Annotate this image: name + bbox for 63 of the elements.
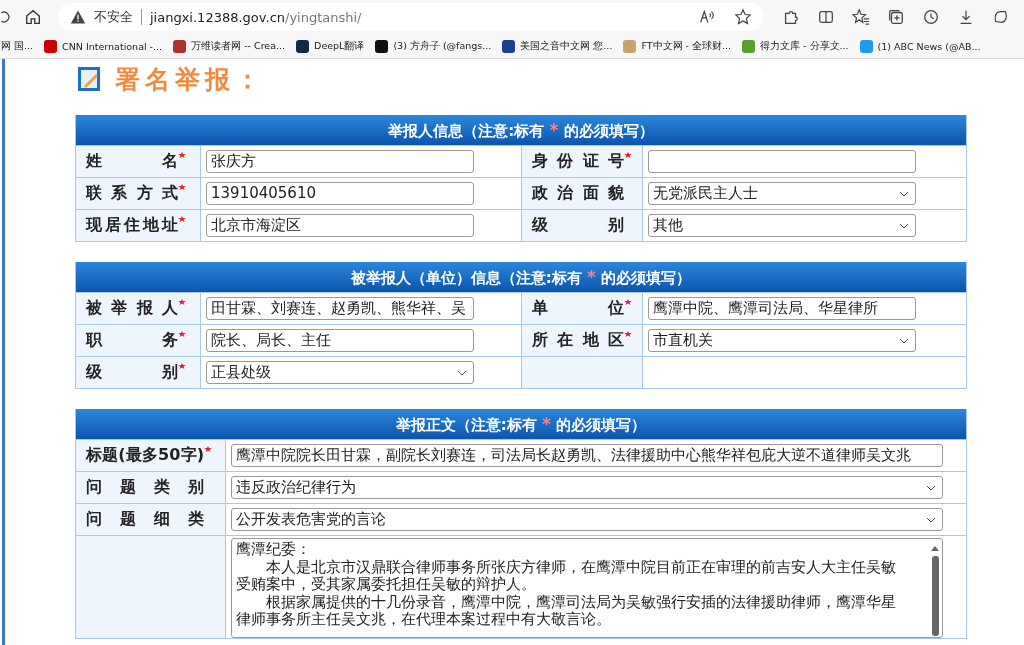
dropdown-field[interactable]: 违反政治纪律行为 (231, 476, 943, 499)
warning-icon (70, 9, 86, 25)
dropdown-field[interactable]: 正县处级 (206, 361, 474, 384)
chevron-down-icon (926, 516, 936, 523)
field-label: 级别 (532, 215, 624, 236)
dropdown-field[interactable]: 公开发表危害党的言论 (231, 508, 943, 531)
field-label: 标题(最多50字) (86, 445, 204, 466)
section-header: 举报正文（注意:标有 * 的必须填写） (76, 409, 966, 439)
text-field[interactable]: 13910405610 (206, 182, 474, 205)
text-field[interactable]: 院长、局长、主任 (206, 329, 474, 352)
report-paragraph: 本人是北京市汉鼎联合律师事务所张庆方律师，在鹰潭中院目前正在审理的前吉安人大主任吴敏受贿案中，受其家属委托担任吴敏的辩护人。 (236, 558, 896, 594)
field-label: 现居住地址 (86, 215, 178, 236)
puzzle-icon[interactable] (782, 8, 800, 26)
chevron-down-icon (899, 222, 909, 229)
address-bar[interactable]: 不安全 jiangxi.12388.gov.cn/yingtanshi/ (58, 3, 764, 31)
bookmark-item[interactable]: 网 国... (1, 39, 34, 53)
field-label: 级别 (86, 362, 178, 383)
text-field[interactable]: 张庆方 (206, 150, 474, 173)
field-label: 单位 (532, 298, 624, 319)
security-label: 不安全 (94, 8, 133, 26)
report-text-area[interactable]: 鹰潭纪委： 本人是北京市汉鼎联合律师事务所张庆方律师，在鹰潭中院目前正在审理的前吉安人大主任吴敏受贿案中，受其家属委托担任吴敏的辩护人。 根据家属提供的十几份录音，鹰潭中院，鹰潭司法局为吴敏强行安插的法律援助律师，鹰潭华星律师事务所主任吴文兆，在代理本案过程中有大敬言论。 (231, 538, 943, 638)
field-label: 联系方式 (86, 183, 178, 204)
page-heading: 署名举报： (115, 63, 265, 96)
chevron-down-icon (899, 337, 909, 344)
text-field[interactable]: 鹰潭中院院长田甘霖，副院长刘赛连，司法局长赵勇凯、法律援助中心熊华祥包庇大逆不道律师吴文兆 (231, 444, 943, 467)
text-field[interactable]: 田甘霖、刘赛连、赵勇凯、熊华祥、吴 (206, 297, 474, 320)
dropdown-field[interactable]: 无党派民主人士 (648, 182, 916, 205)
bookmark-item[interactable]: CNN International -... (44, 39, 163, 53)
chevron-down-icon (899, 190, 909, 197)
bookmark-item[interactable]: 万维读者网 -- Crea... (173, 39, 286, 53)
bookmark-item[interactable]: FT中文网 - 全球财... (623, 39, 732, 53)
bookmark-item[interactable]: 美国之音中文网 您... (502, 39, 613, 53)
collections-icon[interactable] (887, 8, 905, 26)
report-paragraph: 根据家属提供的十几份录音，鹰潭中院，鹰潭司法局为吴敏强行安插的法律援助律师，鹰潭华星律师事务所主任吴文兆，在代理本案过程中有大敬言论。 (236, 593, 896, 629)
dropdown-field[interactable]: 市直机关 (648, 329, 916, 352)
favorites-icon[interactable] (852, 8, 870, 26)
text-field[interactable]: 鹰潭中院、鹰潭司法局、华星律所 (648, 297, 916, 320)
field-label: 姓名 (86, 151, 178, 172)
history-icon[interactable] (922, 8, 940, 26)
home-icon[interactable] (24, 8, 42, 26)
bookmark-item[interactable]: (1) ABC News (@AB... (859, 39, 981, 53)
field-label: 问题细类 (86, 509, 204, 530)
section-header: 举报人信息（注意:标有 * 的必须填写） (76, 115, 966, 145)
star-icon[interactable] (734, 8, 752, 26)
field-label: 所在地区 (532, 330, 624, 351)
bookmark-item[interactable]: DeepL翻译 (296, 39, 365, 53)
text-field[interactable] (648, 150, 916, 173)
field-label: 职务 (86, 330, 178, 351)
chevron-down-icon (457, 369, 467, 376)
url-text: jiangxi.12388.gov.cn/yingtanshi/ (150, 9, 362, 25)
bookmark-item[interactable]: 得力文库 - 分享文... (742, 39, 849, 53)
bookmark-item[interactable]: (3) 方舟子 (@fangs... (375, 39, 492, 53)
field-label: 身份证号 (532, 151, 624, 172)
read-aloud-icon[interactable] (698, 8, 716, 26)
field-label: 问题类别 (86, 477, 204, 498)
section-header: 被举报人（单位）信息（注意:标有 * 的必须填写） (76, 262, 966, 292)
split-screen-icon[interactable] (817, 8, 835, 26)
text-field[interactable]: 北京市海淀区 (206, 214, 474, 237)
report-paragraph: 鹰潭纪委： (236, 541, 312, 559)
chevron-down-icon (926, 484, 936, 491)
dropdown-field[interactable]: 其他 (648, 214, 916, 237)
field-label: 被举报人 (86, 298, 178, 319)
field-label: 政治面貌 (532, 183, 624, 204)
